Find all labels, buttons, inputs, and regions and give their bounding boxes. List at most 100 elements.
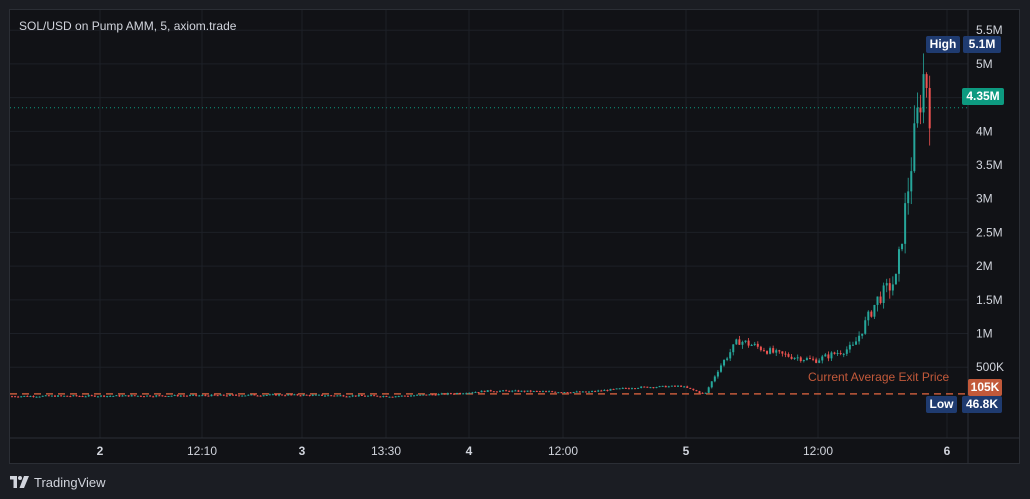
candle-body (204, 395, 207, 397)
candle-body (41, 395, 44, 397)
candle-body (692, 388, 695, 391)
candle-body (477, 392, 480, 394)
candle-body (176, 394, 179, 397)
candle-body (719, 365, 722, 372)
candle-body (133, 395, 136, 397)
candle-body (250, 394, 253, 396)
candle-body (96, 396, 99, 398)
candle-body (324, 395, 327, 397)
candle-body (495, 391, 498, 393)
candle-body (762, 350, 765, 352)
last-price-label: 4.35M (962, 88, 1004, 105)
candle-body (201, 395, 204, 397)
candle-body (449, 393, 452, 395)
candle-body (925, 74, 928, 88)
candle-body (670, 385, 673, 387)
candle-body (609, 388, 612, 391)
candle-body (179, 395, 182, 397)
candle-body (327, 395, 330, 397)
candle-body (851, 344, 854, 346)
candle-body (345, 396, 348, 398)
candle-body (502, 390, 505, 392)
candle-body (710, 381, 713, 388)
candle-body (858, 335, 861, 342)
candle-body (253, 394, 256, 396)
candle-body (164, 395, 167, 397)
candle-body (29, 396, 32, 398)
x-tick-label: 3 (299, 444, 306, 458)
candle-body (867, 311, 870, 321)
candle-body (723, 359, 726, 366)
candle-body (634, 388, 637, 390)
candle-body (855, 341, 858, 345)
candle-body (673, 385, 676, 387)
tradingview-branding[interactable]: TradingView (10, 474, 106, 490)
candle-body (830, 352, 833, 359)
candle-body (600, 390, 603, 392)
candle-body (480, 390, 483, 393)
candle-body (50, 395, 53, 397)
candle-body (244, 395, 247, 397)
candle-body (35, 396, 38, 398)
candle-body (400, 395, 403, 397)
candle-body (520, 390, 523, 392)
candle-body (425, 394, 428, 396)
candle-body (265, 394, 268, 396)
candle-body (885, 283, 888, 286)
candle-body (443, 393, 446, 395)
candle-body (360, 394, 363, 396)
chart-panel[interactable]: 500K1M1.5M2M2.5M3M3.5M4M4.5M5M5.5M212:10… (9, 9, 1020, 464)
x-tick-label: 4 (466, 444, 473, 458)
candle-body (231, 394, 234, 396)
candle-body (775, 350, 778, 353)
y-tick-label: 2.5M (976, 225, 1003, 239)
candle-body (864, 320, 867, 334)
candle-body (474, 392, 477, 394)
candle-body (195, 394, 198, 396)
price-chart[interactable]: 500K1M1.5M2M2.5M3M3.5M4M4.5M5M5.5M212:10… (10, 10, 1020, 464)
candle-body (385, 396, 388, 398)
candle-body (624, 387, 627, 389)
candle-body (824, 354, 827, 357)
candle-body (848, 344, 851, 350)
candle-body (738, 339, 741, 345)
candle-body (32, 396, 35, 398)
candle-body (370, 395, 373, 397)
candle-body (308, 395, 311, 397)
candle-body (584, 391, 587, 393)
y-tick-label: 500K (976, 360, 1004, 374)
candle-body (655, 387, 658, 389)
candle-body (907, 191, 910, 204)
y-tick-label: 1.5M (976, 293, 1003, 307)
candle-body (339, 395, 342, 397)
candle-body (103, 395, 106, 397)
x-tick-label: 13:30 (371, 444, 401, 458)
candle-body (707, 387, 710, 393)
candle-body (649, 387, 652, 389)
candle-body (278, 394, 281, 396)
candle-body (928, 87, 931, 129)
candle-body (38, 396, 41, 398)
candle-body (222, 394, 225, 396)
exit-price-value-label: 105K (968, 379, 1002, 396)
candle-body (769, 348, 772, 354)
candle-body (238, 395, 241, 397)
candle-body (63, 395, 66, 397)
candle-body (416, 394, 419, 396)
candle-body (781, 351, 784, 354)
candle-body (121, 395, 124, 397)
candle-body (557, 392, 560, 394)
candle-body (93, 395, 96, 397)
candle-body (198, 395, 201, 397)
candle-body (554, 391, 557, 393)
candle-body (189, 395, 192, 397)
candle-body (413, 395, 416, 397)
candle-body (146, 395, 149, 397)
candle-body (219, 394, 222, 396)
candle-body (704, 392, 707, 394)
candle-body (876, 296, 879, 305)
candle-body (373, 395, 376, 397)
candle-body (836, 353, 839, 355)
candle-body (333, 395, 336, 397)
candle-body (228, 394, 231, 396)
